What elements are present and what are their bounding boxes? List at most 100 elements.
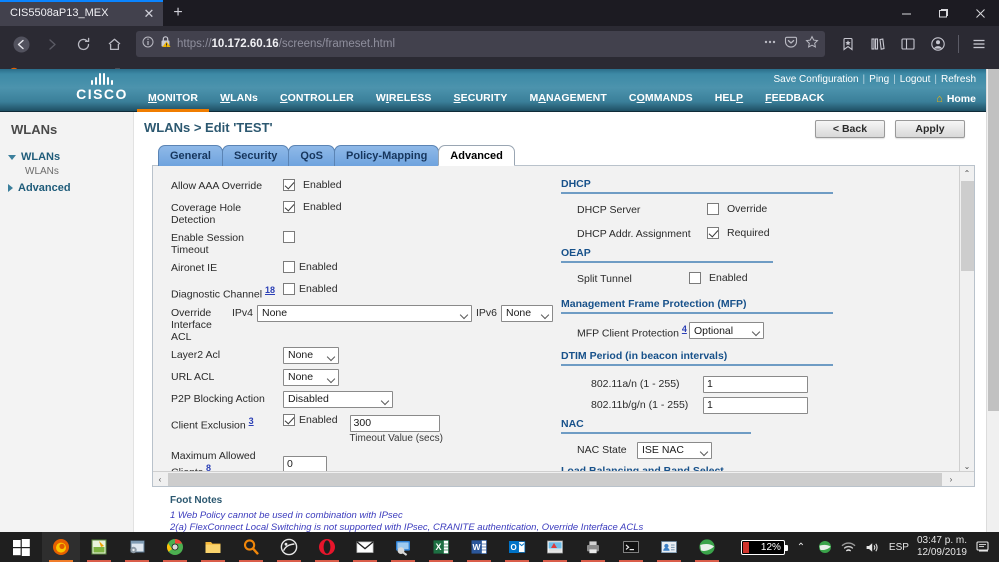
url-acl-select[interactable]: None	[283, 368, 339, 386]
page-vertical-scrollbar[interactable]	[986, 69, 999, 532]
maximum-allowed-clients-input[interactable]: 0	[283, 455, 327, 473]
page-info-icon[interactable]	[142, 35, 154, 53]
excel-icon[interactable]: X	[422, 532, 460, 562]
paint-icon[interactable]	[536, 532, 574, 562]
vertical-scroll-thumb[interactable]	[961, 181, 974, 271]
nav-management[interactable]: MANAGEMENT	[518, 92, 617, 110]
panel-horizontal-scrollbar[interactable]: ‹ ›	[153, 471, 974, 486]
nav-security[interactable]: SECURITY	[443, 92, 519, 110]
account-icon[interactable]	[924, 30, 952, 58]
nav-monitor[interactable]: MONITOR	[137, 92, 210, 113]
footnote-ref[interactable]: 3	[249, 416, 254, 426]
refresh-link[interactable]: Refresh	[941, 74, 976, 85]
footnote-ref[interactable]: 18	[265, 285, 275, 295]
hamburger-menu-icon[interactable]	[965, 30, 993, 58]
dtim-80211bgn-input[interactable]: 1	[703, 396, 808, 414]
search-magnifier-icon[interactable]	[232, 532, 270, 562]
tab-general[interactable]: General	[158, 145, 223, 166]
new-tab-button[interactable]: +	[163, 0, 193, 26]
save-to-pocket-icon[interactable]	[834, 30, 862, 58]
window-settings-icon[interactable]	[118, 532, 156, 562]
page-actions-icon[interactable]	[763, 35, 777, 54]
close-window-icon[interactable]	[962, 0, 999, 26]
show-hidden-icons-chevron-icon[interactable]: ⌃	[793, 539, 809, 555]
scroll-left-arrow-icon[interactable]: ‹	[153, 472, 167, 486]
tab-policy-mapping[interactable]: Policy-Mapping	[334, 145, 440, 166]
browser-tab[interactable]: CIS5508aP13_MEX ✕	[0, 0, 163, 26]
enable-session-timeout-checkbox[interactable]	[283, 231, 295, 243]
allow-aaa-override-checkbox[interactable]	[283, 179, 295, 191]
opera-browser-icon[interactable]	[308, 532, 346, 562]
file-explorer-icon[interactable]	[194, 532, 232, 562]
windows-start-icon[interactable]	[0, 532, 42, 562]
address-bar[interactable]: https://10.172.60.16/screens/frameset.ht…	[136, 31, 825, 57]
notepad-editor-icon[interactable]	[80, 532, 118, 562]
back-button[interactable]	[6, 30, 36, 58]
logout-link[interactable]: Logout	[900, 74, 931, 85]
apply-button[interactable]: Apply	[895, 120, 965, 138]
page-scroll-thumb[interactable]	[988, 69, 999, 411]
chrome-taskbar-icon[interactable]	[156, 532, 194, 562]
language-indicator[interactable]: ESP	[889, 542, 909, 553]
scroll-right-arrow-icon[interactable]: ›	[944, 472, 958, 486]
remote-desktop-icon[interactable]	[384, 532, 422, 562]
wifi-icon[interactable]	[841, 539, 857, 555]
tab-qos[interactable]: QoS	[288, 145, 336, 166]
tab-advanced[interactable]: Advanced	[438, 145, 515, 166]
sidebar-item-advanced[interactable]: Advanced	[0, 180, 133, 196]
clock[interactable]: 03:47 p. m. 12/09/2019	[917, 535, 967, 559]
panel-vertical-scrollbar[interactable]: ⌃ ⌄	[959, 166, 974, 473]
word-icon[interactable]: W	[460, 532, 498, 562]
minimize-window-icon[interactable]	[888, 0, 925, 26]
volume-icon[interactable]	[865, 539, 881, 555]
nav-feedback[interactable]: FEEDBACK	[754, 92, 835, 110]
outlook-icon[interactable]: O	[498, 532, 536, 562]
maximize-window-icon[interactable]	[925, 0, 962, 26]
terminal-icon[interactable]	[612, 532, 650, 562]
pocket-icon[interactable]	[784, 35, 798, 54]
footnote-ref[interactable]: 4	[682, 324, 687, 334]
dhcp-server-override-checkbox[interactable]	[707, 203, 719, 215]
mfp-client-protection-select[interactable]: Optional	[689, 322, 764, 339]
sidebar-subitem-wlans[interactable]: WLANs	[0, 165, 133, 180]
coverage-hole-detection-checkbox[interactable]	[283, 201, 295, 213]
ping-link[interactable]: Ping	[869, 74, 889, 85]
nav-wlans[interactable]: WLANs	[209, 92, 269, 110]
firefox-taskbar-icon[interactable]	[42, 532, 80, 562]
chevron-down-icon[interactable]	[8, 154, 16, 160]
contacts-icon[interactable]	[650, 532, 688, 562]
home-link[interactable]: ⌂ Home	[936, 93, 976, 105]
sidebar-item-wlans[interactable]: WLANs	[0, 149, 133, 165]
tab-security[interactable]: Security	[221, 145, 290, 166]
ipv6-acl-select[interactable]: None	[501, 304, 553, 322]
aironet-ie-checkbox[interactable]	[283, 261, 295, 273]
scroll-up-arrow-icon[interactable]: ⌃	[960, 166, 974, 180]
save-configuration-link[interactable]: Save Configuration	[773, 74, 858, 85]
battery-indicator[interactable]: 12%	[740, 539, 788, 555]
split-tunnel-checkbox[interactable]	[689, 272, 701, 284]
close-tab-icon[interactable]: ✕	[141, 5, 157, 21]
p2p-blocking-select[interactable]: Disabled	[283, 390, 393, 408]
layer2-acl-select[interactable]: None	[283, 346, 339, 364]
client-exclusion-checkbox[interactable]	[283, 413, 295, 426]
nav-help[interactable]: HELP	[704, 92, 754, 110]
nav-controller[interactable]: CONTROLLER	[269, 92, 365, 110]
ipv4-acl-select[interactable]: None	[256, 304, 472, 322]
home-button[interactable]	[99, 30, 129, 58]
printer-icon[interactable]	[574, 532, 612, 562]
nac-state-select[interactable]: ISE NAC	[637, 441, 712, 459]
globe-browser-icon[interactable]	[688, 532, 726, 562]
network-globe-tray-icon[interactable]	[817, 539, 833, 555]
nav-wireless[interactable]: WIRELESS	[365, 92, 443, 110]
dhcp-addr-assignment-checkbox[interactable]	[707, 227, 719, 239]
action-center-icon[interactable]	[975, 539, 991, 555]
reload-button[interactable]	[68, 30, 98, 58]
mail-icon[interactable]	[346, 532, 384, 562]
insecure-lock-warning-icon[interactable]	[159, 35, 172, 53]
sidebar-toggle-icon[interactable]	[894, 30, 922, 58]
bookmark-star-icon[interactable]	[805, 34, 819, 54]
photo-viewer-icon[interactable]	[270, 532, 308, 562]
diagnostic-channel-checkbox[interactable]	[283, 283, 295, 295]
back-button[interactable]: < Back	[815, 120, 885, 138]
library-icon[interactable]	[864, 30, 892, 58]
